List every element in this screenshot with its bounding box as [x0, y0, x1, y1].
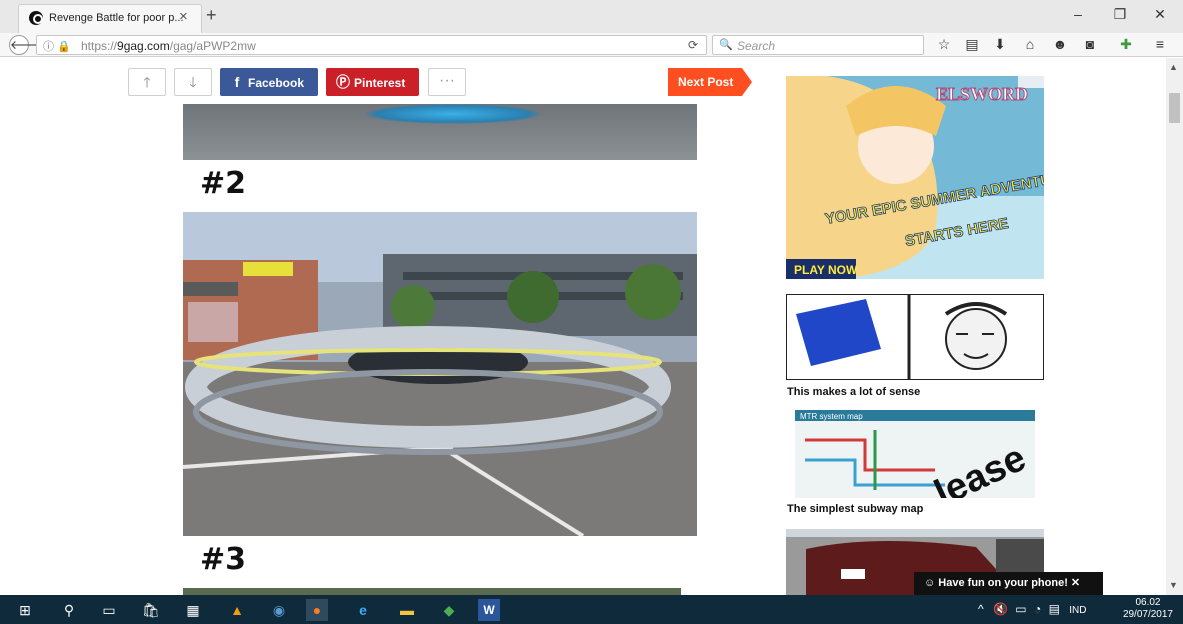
scrollbar-thumb[interactable]: [1169, 93, 1180, 123]
restore-icon[interactable]: ❐: [1108, 6, 1132, 23]
scroll-up-icon[interactable]: ▲: [1169, 62, 1178, 72]
9gag-favicon-icon: [29, 11, 43, 25]
toast-notification[interactable]: ☺ Have fun on your phone! ✕: [914, 572, 1103, 595]
upvote-button[interactable]: 🡑: [128, 68, 166, 96]
store-icon[interactable]: 🛍: [140, 599, 162, 621]
post-image-1: [183, 104, 697, 160]
language-indicator[interactable]: IND: [1069, 605, 1086, 616]
page-viewport: 🡑 🡓 f Facebook Ⓟ Pinterest ··· Next Post #…: [0, 58, 1183, 595]
search-bar[interactable]: 🔍 Search: [712, 35, 924, 55]
advertisement-banner[interactable]: ELSWORD YOUR EPIC SUMMER ADVENTURE START…: [786, 76, 1044, 279]
search-placeholder: Search: [737, 39, 776, 53]
minimize-icon[interactable]: –: [1066, 6, 1090, 22]
app-icon[interactable]: ◉: [268, 599, 290, 621]
scroll-down-icon[interactable]: ▼: [1169, 580, 1178, 590]
facebook-icon: f: [234, 74, 240, 90]
home-icon[interactable]: ⌂: [1020, 36, 1040, 54]
sidebar-caption-1[interactable]: This makes a lot of sense: [787, 386, 920, 398]
vlc-icon[interactable]: ▲: [226, 599, 248, 621]
post-image-carts: [183, 212, 697, 536]
app-2-icon[interactable]: ◆: [438, 599, 460, 621]
toast-close-icon[interactable]: ✕: [1071, 577, 1080, 589]
edge-icon[interactable]: e: [352, 599, 374, 621]
pocket-icon[interactable]: ◙: [1080, 36, 1100, 54]
clock-time: 06.02: [1135, 597, 1161, 608]
post-image-3: [183, 588, 681, 595]
smile-icon: ☺: [924, 577, 936, 589]
volume-icon[interactable]: 🔇: [993, 602, 1008, 616]
notifications-icon[interactable]: ▤: [1049, 602, 1060, 616]
next-post-button[interactable]: Next Post: [668, 68, 752, 96]
window-close-icon[interactable]: ✕: [1148, 6, 1172, 23]
taskbar-search-icon[interactable]: ⚲: [58, 599, 80, 621]
vertical-scrollbar[interactable]: ▲ ▼: [1166, 58, 1183, 595]
downloads-icon[interactable]: ⬇: [990, 36, 1010, 54]
item-number-3: #3: [200, 542, 247, 577]
facebook-share-button[interactable]: f Facebook: [220, 68, 318, 96]
pinterest-share-button[interactable]: Ⓟ Pinterest: [326, 68, 419, 96]
clock[interactable]: 06.02 29/07/2017: [1123, 597, 1173, 621]
system-tray[interactable]: ^ 🔇 ▭ ◔ ▤ IND: [978, 602, 1086, 616]
sidebar-thumb-subway-map[interactable]: MTR system map lease: [795, 410, 1035, 498]
bookmark-star-icon[interactable]: ☆: [934, 36, 954, 54]
ad-cta[interactable]: PLAY NOW: [794, 263, 858, 277]
menu-icon[interactable]: ≡: [1150, 36, 1170, 54]
ad-title: ELSWORD: [936, 84, 1028, 104]
windows-start-icon[interactable]: ⊞: [14, 599, 36, 621]
battery-icon[interactable]: ▭: [1015, 602, 1026, 616]
photos-app-icon[interactable]: ▦: [182, 599, 204, 621]
tab-strip: Revenge Battle for poor p... × + – ❐ ✕: [0, 0, 1183, 33]
browser-tab[interactable]: Revenge Battle for poor p... ×: [18, 4, 202, 33]
new-tab-icon[interactable]: +: [206, 5, 217, 26]
tab-title: Revenge Battle for poor p...: [49, 12, 184, 24]
tray-chevron-icon[interactable]: ^: [978, 602, 984, 616]
url-text: https://9gag.com/gag/aPWP2mw: [81, 39, 256, 53]
file-explorer-icon[interactable]: ▬: [396, 599, 418, 621]
wifi-icon[interactable]: ◔: [1034, 602, 1041, 616]
navigation-bar: 🡐 ⓘ 🔒 https://9gag.com/gag/aPWP2mw ⟳ 🔍 S…: [0, 33, 1183, 57]
task-view-icon[interactable]: ▭: [98, 599, 120, 621]
sidebar-caption-2[interactable]: The simplest subway map: [787, 503, 923, 515]
reload-icon[interactable]: ⟳: [688, 38, 698, 52]
pinterest-icon: Ⓟ: [336, 74, 350, 90]
chat-icon[interactable]: ☻: [1050, 36, 1070, 54]
word-icon[interactable]: W: [478, 599, 500, 621]
tab-close-icon[interactable]: ×: [179, 8, 188, 25]
extension-icon[interactable]: ✚: [1116, 36, 1136, 54]
item-number-2: #2: [200, 166, 247, 201]
url-bar[interactable]: ⓘ 🔒 https://9gag.com/gag/aPWP2mw ⟳: [36, 35, 707, 55]
toast-text: Have fun on your phone!: [938, 577, 1068, 589]
clock-date: 29/07/2017: [1122, 609, 1173, 620]
firefox-icon[interactable]: ●: [306, 599, 328, 621]
windows-taskbar: ⊞ ⚲ ▭ 🛍 ▦ ▲ ◉ ● e ▬ ◆ W ^ 🔇 ▭ ◔ ▤ IND 06…: [0, 595, 1183, 624]
reading-list-icon[interactable]: ▤: [962, 36, 982, 54]
downvote-button[interactable]: 🡓: [174, 68, 212, 96]
map-title: MTR system map: [800, 412, 863, 421]
back-button[interactable]: 🡐: [9, 35, 42, 55]
search-icon: 🔍: [719, 39, 733, 51]
site-info-icon[interactable]: ⓘ 🔒: [43, 38, 71, 54]
sidebar-thumb-comic[interactable]: [786, 294, 1044, 380]
more-button[interactable]: ···: [428, 68, 466, 96]
